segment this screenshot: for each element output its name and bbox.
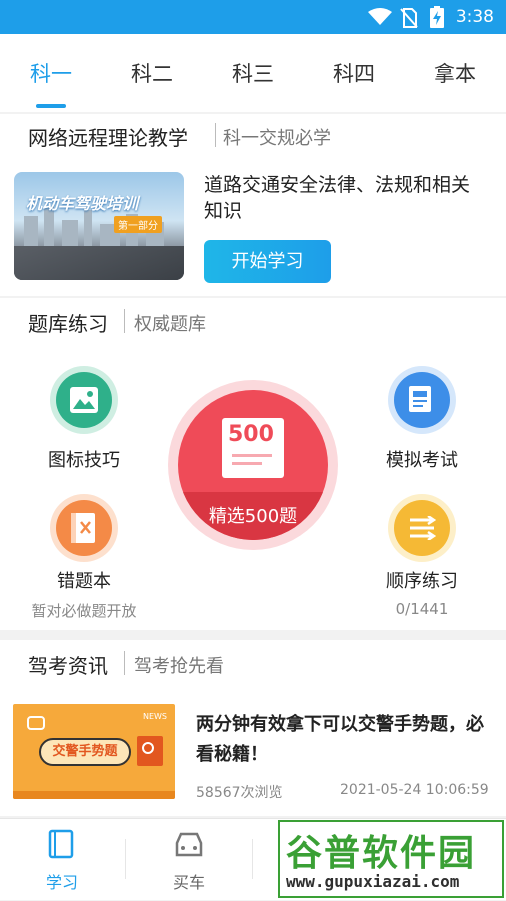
wrong-book-note: 暂对必做题开放 bbox=[31, 602, 137, 620]
exam-paper-icon bbox=[409, 386, 431, 412]
wrong-book-label: 错题本 bbox=[57, 571, 111, 592]
news-thumbnail[interactable]: NEWS 交警手势题 bbox=[13, 704, 175, 799]
divider bbox=[215, 123, 216, 147]
remote-teaching-card: 网络远程理论教学 科一交规必学 机动车驾驶培训 第一部分 道路交通安全法律、法规… bbox=[0, 114, 506, 296]
course-title[interactable]: 道路交通安全法律、法规和相关知识 bbox=[204, 172, 484, 224]
wrong-book-icon bbox=[71, 513, 95, 543]
tab-subject-3[interactable]: 科三 bbox=[213, 58, 293, 88]
icon-tips-label: 图标技巧 bbox=[48, 450, 120, 471]
no-sim-icon bbox=[400, 8, 418, 28]
status-bar: 3:38 bbox=[0, 0, 506, 34]
search-icon bbox=[137, 736, 163, 766]
watermark-text: 谷普软件园 bbox=[286, 833, 477, 874]
start-learning-button[interactable]: 开始学习 bbox=[204, 240, 331, 283]
mock-exam-label: 模拟考试 bbox=[386, 450, 458, 471]
battery-charging-icon bbox=[430, 6, 444, 28]
thumbnail-text: 交警手势题 bbox=[39, 738, 131, 766]
watermark-url: www.gupuxiazai.com bbox=[286, 872, 460, 891]
course-banner[interactable]: 机动车驾驶培训 第一部分 bbox=[14, 172, 184, 280]
section-subtitle: 权威题库 bbox=[134, 314, 206, 335]
news-date: 2021-05-24 10:06:59 bbox=[340, 782, 489, 798]
book-icon bbox=[48, 829, 74, 859]
center-number: 500 bbox=[228, 422, 274, 447]
news-headline[interactable]: 两分钟有效拿下可以交警手势题，必看秘籍！ bbox=[196, 710, 486, 770]
banner-title: 机动车驾驶培训 bbox=[26, 194, 139, 213]
sequence-practice-button[interactable] bbox=[388, 494, 456, 562]
image-icon bbox=[70, 387, 98, 413]
tab-subject-1[interactable]: 科一 bbox=[11, 58, 91, 88]
selected-500-button[interactable]: 500 精选500题 bbox=[168, 380, 338, 550]
nav-buy-car-label: 买车 bbox=[172, 873, 205, 892]
clock: 3:38 bbox=[455, 7, 494, 27]
chat-bubble-icon bbox=[27, 716, 45, 730]
sequence-progress: 0/1441 bbox=[395, 600, 449, 618]
question-paper-icon: 500 bbox=[222, 418, 284, 478]
nav-study-label: 学习 bbox=[45, 873, 78, 892]
sequence-icon bbox=[410, 516, 436, 540]
tab-subject-4[interactable]: 科四 bbox=[314, 58, 394, 88]
mock-exam-button[interactable] bbox=[388, 366, 456, 434]
section-subtitle: 驾考抢先看 bbox=[134, 656, 224, 677]
icon-tips-button[interactable] bbox=[50, 366, 118, 434]
wifi-icon bbox=[368, 8, 392, 25]
watermark: 谷普软件园 www.gupuxiazai.com bbox=[278, 820, 504, 898]
nav-buy-car[interactable]: 买车 bbox=[139, 819, 239, 901]
selected-500-label: 精选500题 bbox=[208, 506, 298, 527]
news-card: 驾考资讯 驾考抢先看 NEWS 交警手势题 两分钟有效拿下可以交警手势题，必看秘… bbox=[0, 640, 506, 816]
wrong-book-button[interactable] bbox=[50, 494, 118, 562]
nav-study[interactable]: 学习 bbox=[12, 819, 112, 901]
tab-get-license[interactable]: 拿本 bbox=[415, 58, 495, 88]
banner-tag: 第一部分 bbox=[114, 216, 162, 233]
car-icon bbox=[175, 832, 203, 857]
news-brand: NEWS bbox=[142, 712, 167, 721]
section-subtitle: 科一交规必学 bbox=[223, 128, 331, 149]
divider bbox=[124, 309, 125, 333]
sequence-practice-label: 顺序练习 bbox=[386, 571, 458, 592]
active-tab-indicator bbox=[36, 104, 66, 108]
tab-subject-2[interactable]: 科二 bbox=[112, 58, 192, 88]
divider bbox=[124, 651, 125, 675]
news-views: 58567次浏览 bbox=[196, 785, 283, 801]
subject-tabs: 科一 科二 科三 科四 拿本 bbox=[0, 34, 506, 112]
section-title: 驾考资讯 bbox=[28, 654, 108, 678]
section-title: 网络远程理论教学 bbox=[28, 126, 188, 150]
section-title: 题库练习 bbox=[28, 312, 108, 336]
